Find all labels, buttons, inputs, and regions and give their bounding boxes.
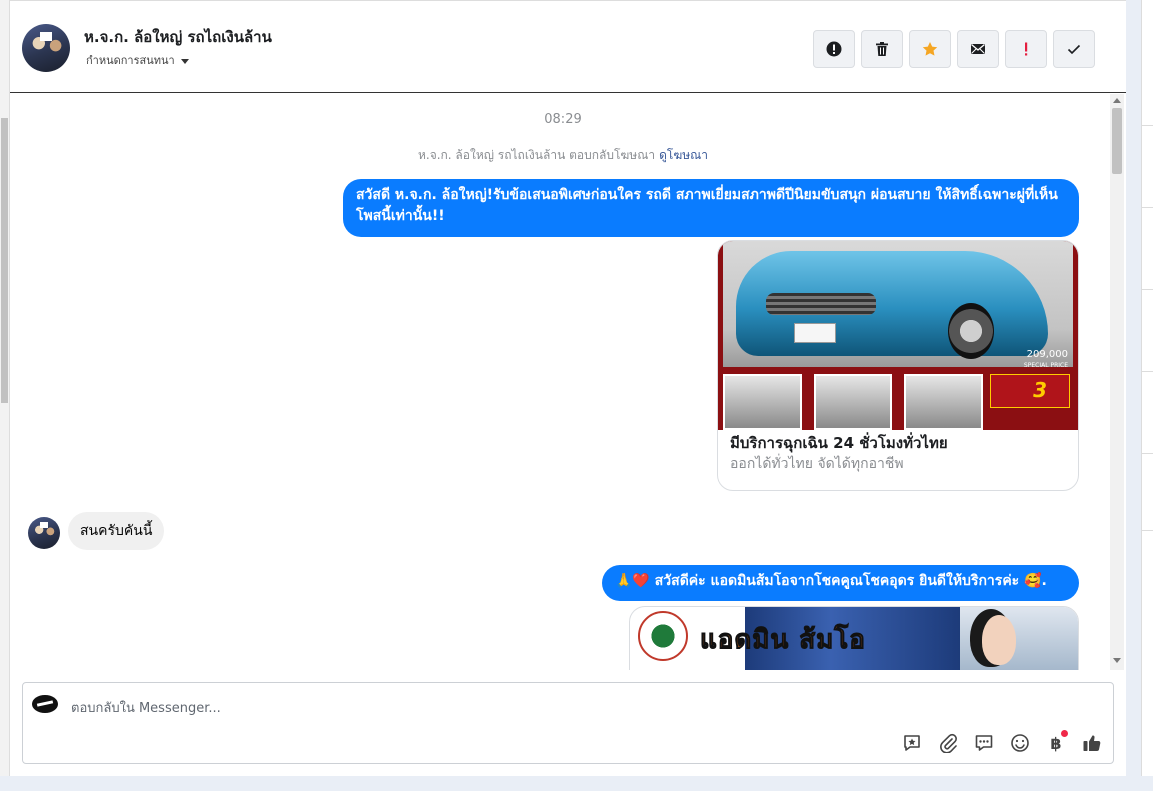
saved-reply-button[interactable] — [900, 731, 924, 755]
admin-face — [982, 615, 1016, 665]
composer-tools: ฿ — [900, 730, 1104, 755]
car-grille — [766, 293, 876, 315]
ad-price-value: 209,000 — [1026, 349, 1068, 360]
attachment-icon — [940, 733, 957, 753]
ad-subtitle: ออกได้ทั่วไทย จัดได้ทุกอาชีพ — [730, 456, 904, 472]
ad-title[interactable]: มีบริการฉุกเฉิน 24 ชั่วโมงทั่วไทย — [730, 431, 948, 455]
view-ad-link[interactable]: ดูโฆษณา — [659, 148, 708, 162]
car-image — [736, 251, 1048, 359]
assign-conversation-dropdown[interactable]: กำหนดการสนทนา — [86, 51, 189, 69]
payment-button[interactable]: ฿ — [1044, 730, 1068, 755]
dealer-logo — [638, 611, 688, 661]
thread-scrollbar-thumb[interactable] — [1112, 108, 1122, 174]
ad-reply-notice: ห.จ.ก. ล้อใหญ่ รถไถเงินล้าน ตอบกลับโฆษณา… — [10, 146, 1116, 165]
divider — [1142, 289, 1153, 290]
mark-done-button[interactable] — [1053, 30, 1095, 68]
page-scrollbar-thumb[interactable] — [1, 118, 8, 403]
thread-scrollbar[interactable] — [1110, 94, 1124, 670]
sender-avatar[interactable] — [28, 517, 60, 549]
admin-banner-image[interactable]: แอดมิน ส้มโอ — [629, 606, 1079, 670]
reply-input[interactable]: ตอบกลับใน Messenger... — [71, 697, 221, 718]
conversation-panel: ห.จ.ก. ล้อใหญ่ รถไถเงินล้าน กำหนดการสนทน… — [10, 0, 1126, 776]
outgoing-message[interactable]: สวัสดี ห.จ.ก. ล้อใหญ่!รับข้อเสนอพิเศษก่อ… — [343, 179, 1079, 237]
car-plate — [794, 323, 836, 343]
trash-icon — [876, 42, 888, 56]
assign-label: กำหนดการสนทนา — [86, 54, 175, 67]
ad-price-caption: SPECIAL PRICE — [1023, 362, 1068, 369]
ad-price: 209,000 SPECIAL PRICE — [1024, 349, 1068, 371]
ad-image[interactable]: 209,000 SPECIAL PRICE 3 — [718, 241, 1078, 430]
mark-unread-button[interactable] — [957, 30, 999, 68]
notification-dot — [1061, 730, 1068, 737]
quick-reply-button[interactable] — [972, 731, 996, 755]
ad-thumbnails — [723, 374, 984, 430]
baht-payment-icon: ฿ — [1050, 733, 1062, 753]
emoji-icon — [1011, 734, 1029, 752]
emoji-button[interactable] — [1008, 731, 1032, 755]
delete-button[interactable] — [861, 30, 903, 68]
page-avatar — [32, 695, 58, 713]
contact-name[interactable]: ห.จ.ก. ล้อใหญ่ รถไถเงินล้าน — [84, 25, 272, 49]
ad-reply-text: ห.จ.ก. ล้อใหญ่ รถไถเงินล้าน ตอบกลับโฆษณา — [417, 148, 656, 162]
alert-circle-icon — [826, 41, 842, 57]
right-sidebar-edge — [1126, 0, 1153, 776]
ad-thumbnail — [723, 374, 802, 430]
scroll-down-arrow-icon[interactable] — [1113, 658, 1121, 663]
outgoing-message[interactable]: 🙏❤️ สวัสดีค่ะ แอดมินส้มโอจากโชคคูณโชคอุด… — [602, 565, 1079, 601]
ad-thumbnail — [904, 374, 984, 430]
attach-file-button[interactable] — [936, 731, 960, 755]
divider — [1142, 453, 1153, 454]
incoming-message[interactable]: สนครับคันนี้ — [68, 512, 165, 550]
scroll-up-arrow-icon[interactable] — [1113, 98, 1121, 103]
header-actions — [813, 30, 1095, 68]
divider — [1142, 125, 1153, 126]
message-timestamp: 08:29 — [544, 112, 582, 127]
admin-photo — [960, 607, 1078, 670]
saved-reply-icon — [904, 735, 920, 751]
divider — [1142, 371, 1153, 372]
banner-text: แอดมิน ส้มโอ — [700, 625, 866, 656]
car-wheel — [948, 303, 994, 359]
divider — [1142, 530, 1153, 531]
conversation-header: ห.จ.ก. ล้อใหญ่ รถไถเงินล้าน กำหนดการสนทน… — [10, 0, 1126, 93]
bottom-edge — [0, 776, 1153, 791]
like-button[interactable] — [1080, 731, 1104, 755]
reply-composer[interactable]: ตอบกลับใน Messenger... ฿ — [22, 682, 1114, 764]
divider — [1142, 207, 1153, 208]
star-button[interactable] — [909, 30, 951, 68]
promo-badge: 3 — [990, 374, 1070, 408]
follow-up-button[interactable] — [1005, 30, 1047, 68]
chat-bubbles-icon — [975, 735, 993, 751]
right-sidebar-sheet — [1141, 0, 1153, 776]
app-root: ห.จ.ก. ล้อใหญ่ รถไถเงินล้าน กำหนดการสนทน… — [0, 0, 1153, 791]
envelope-icon — [971, 44, 985, 54]
star-icon — [922, 42, 938, 56]
page-scrollbar[interactable] — [0, 0, 10, 776]
thumbs-up-icon — [1083, 735, 1101, 751]
promo-number: 3 — [1033, 378, 1047, 402]
ad-card[interactable]: 209,000 SPECIAL PRICE 3 มีบริการฉุกเฉิน 2… — [717, 240, 1079, 491]
mark-spam-button[interactable] — [813, 30, 855, 68]
checkmark-icon — [1067, 44, 1081, 55]
contact-avatar[interactable] — [22, 24, 70, 72]
message-thread[interactable]: 08:29 ห.จ.ก. ล้อใหญ่ รถไถเงินล้าน ตอบกลั… — [10, 94, 1126, 670]
exclamation-icon — [1025, 42, 1028, 56]
ad-thumbnail — [813, 374, 893, 430]
caret-down-icon — [180, 58, 189, 64]
